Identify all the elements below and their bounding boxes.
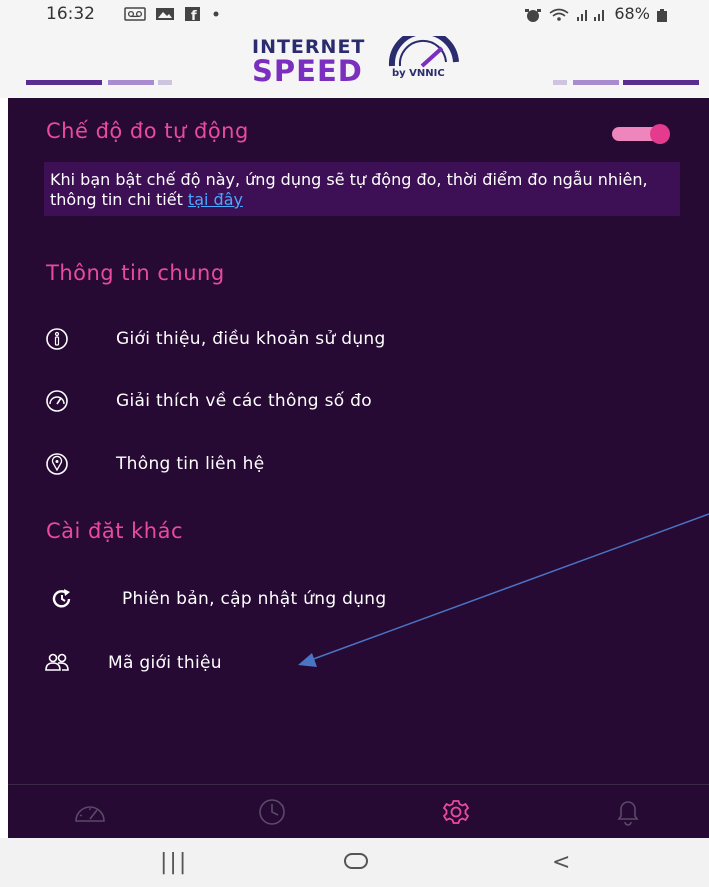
header-bar-right-1	[553, 80, 567, 85]
notification-bell-icon	[617, 801, 639, 826]
nav-history[interactable]	[252, 795, 292, 829]
header-bar-left-2	[108, 80, 154, 85]
battery-percent: 68%	[614, 4, 650, 23]
location-icon	[46, 453, 68, 475]
app-header: INTERNET SPEED by VNNIC	[0, 28, 709, 98]
history-icon	[259, 799, 286, 825]
general-info-title: Thông tin chung	[46, 261, 225, 285]
menu-item-label: Phiên bản, cập nhật ứng dụng	[122, 589, 387, 609]
logo-speed-text: SPEED	[252, 54, 363, 88]
nav-notifications[interactable]	[608, 795, 648, 829]
signal-icon	[577, 9, 605, 21]
logo-by-text: by VNNIC	[392, 68, 445, 79]
notice-text: Khi bạn bật chế độ này, ứng dụng sẽ tự đ…	[50, 170, 648, 209]
auto-mode-notice: Khi bạn bật chế độ này, ứng dụng sẽ tự đ…	[44, 162, 680, 216]
refresh-icon	[52, 589, 71, 608]
menu-item-label: Giải thích về các thông số đo	[116, 391, 372, 411]
svg-text:f: f	[191, 9, 201, 22]
menu-item-about[interactable]: Giới thiệu, điều khoản sử dụng	[44, 323, 664, 357]
home-button[interactable]	[342, 850, 370, 878]
notification-icons: f	[124, 3, 221, 24]
other-settings-title: Cài đặt khác	[46, 519, 184, 543]
menu-item-contact[interactable]: Thông tin liên hệ	[44, 448, 664, 482]
gauge-logo-icon	[388, 36, 459, 68]
menu-item-referral-code[interactable]: Mã giới thiệu	[44, 647, 664, 681]
menu-item-label: Giới thiệu, điều khoản sử dụng	[116, 329, 386, 349]
speedometer-icon	[46, 390, 68, 412]
toggle-knob	[650, 124, 670, 144]
menu-item-parameters[interactable]: Giải thích về các thông số đo	[44, 385, 664, 419]
gallery-icon	[156, 7, 175, 20]
notice-text-block: Khi bạn bật chế độ này, ứng dụng sẽ tự đ…	[50, 170, 674, 210]
settings-icon	[442, 800, 470, 824]
battery-icon	[657, 8, 667, 22]
header-bar-left-1	[26, 80, 102, 85]
users-icon	[45, 653, 69, 671]
app-logo: INTERNET SPEED by VNNIC	[250, 36, 480, 88]
header-bar-right-3	[623, 80, 699, 85]
menu-item-version-update[interactable]: Phiên bản, cập nhật ứng dụng	[44, 583, 664, 617]
voicemail-icon	[124, 6, 146, 21]
auto-mode-title: Chế độ đo tự động	[46, 119, 249, 143]
header-bar-right-2	[573, 80, 619, 85]
recents-button[interactable]: |||	[160, 850, 188, 875]
home-icon	[344, 853, 368, 869]
speed-test-icon	[75, 806, 105, 822]
nav-settings[interactable]	[436, 795, 476, 829]
status-right: 68%	[523, 4, 669, 23]
info-icon	[46, 328, 68, 350]
menu-item-label: Mã giới thiệu	[108, 653, 222, 673]
auto-mode-toggle[interactable]	[608, 124, 674, 144]
menu-item-label: Thông tin liên hệ	[116, 454, 265, 474]
system-nav-bar: ||| <	[0, 838, 709, 887]
nav-speed-test[interactable]	[70, 795, 110, 829]
back-button[interactable]: <	[552, 850, 570, 875]
details-link[interactable]: tại đây	[188, 190, 243, 209]
facebook-icon: f	[185, 6, 201, 24]
status-bar: 16:32 f 68%	[0, 0, 709, 28]
wifi-icon	[549, 8, 569, 21]
alarm-icon	[525, 8, 542, 22]
bottom-nav	[8, 785, 709, 838]
header-bar-left-3	[158, 80, 172, 85]
dot-icon	[213, 11, 219, 16]
status-time: 16:32	[46, 4, 95, 24]
